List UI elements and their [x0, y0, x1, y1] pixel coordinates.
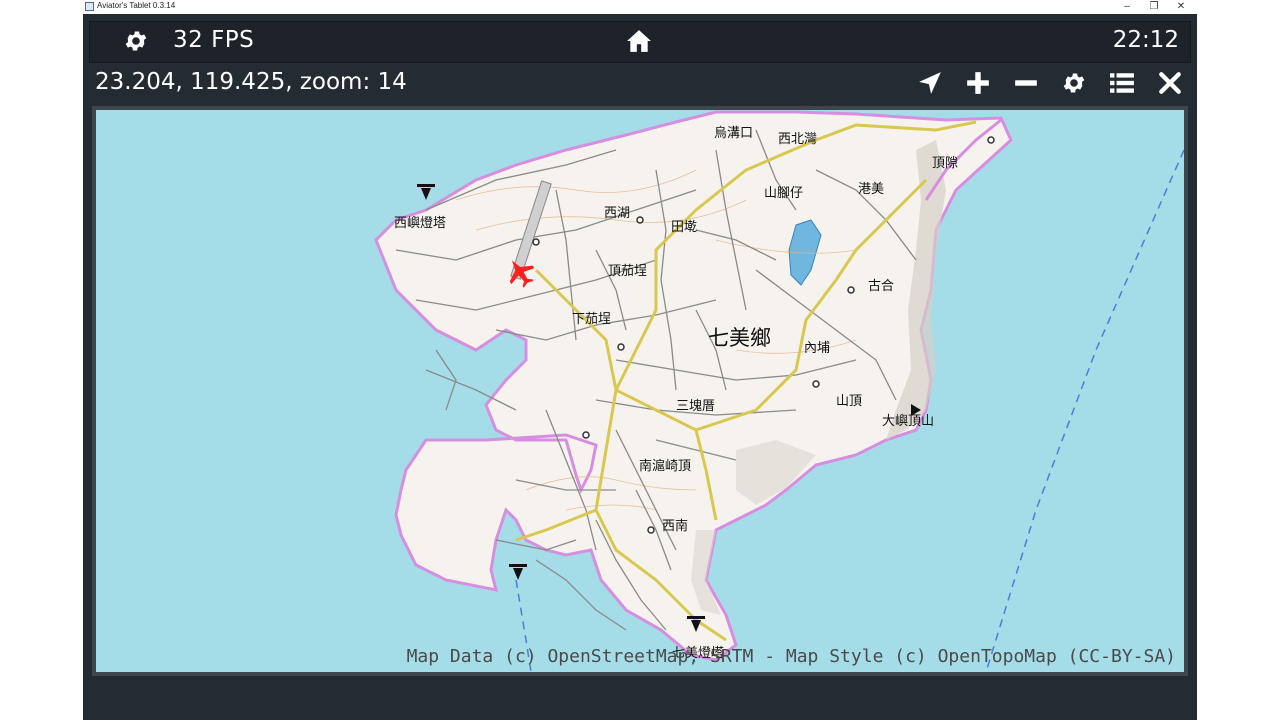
- place-label: 西嶼燈塔: [394, 216, 447, 231]
- restore-button[interactable]: ❐: [1141, 0, 1167, 14]
- gear-icon[interactable]: [1061, 70, 1087, 96]
- locate-arrow-icon[interactable]: [917, 70, 943, 96]
- home-icon[interactable]: [626, 29, 652, 53]
- place-label: 頂茄埕: [608, 264, 648, 279]
- fps-counter: 32 FPS: [173, 27, 255, 53]
- place-label: 山腳仔: [764, 186, 804, 201]
- place-label: 大嶼頂山: [882, 414, 935, 429]
- close-icon[interactable]: [1157, 70, 1183, 96]
- place-label: 古合: [868, 279, 895, 294]
- clock: 22:12: [1112, 27, 1179, 53]
- place-label: 西南: [662, 519, 689, 534]
- place-label: 七美鄉: [708, 326, 771, 350]
- place-label: 烏溝口: [714, 126, 754, 141]
- coordinates-readout: 23.204, 119.425, zoom: 14: [95, 69, 407, 95]
- zoom-in-icon[interactable]: [965, 70, 991, 96]
- close-window-button[interactable]: ✕: [1168, 0, 1194, 14]
- minimize-button[interactable]: ‒: [1114, 0, 1140, 14]
- place-label: 港美: [858, 182, 885, 197]
- place-label: 西湖: [604, 206, 631, 221]
- map-attribution: Map Data (c) OpenStreetMap, SRTM - Map S…: [406, 646, 1176, 667]
- settings-gear-icon[interactable]: [123, 28, 149, 54]
- window-titlebar: Aviator's Tablet 0.3.14 ‒ ❐ ✕: [0, 0, 1280, 14]
- window-title: Aviator's Tablet 0.3.14: [97, 1, 176, 10]
- map-view[interactable]: 烏溝口 西北灣 頂隙 山腳仔 港美 西湖 田墘 西嶼燈塔 頂茄埕 古合 下茄埕 …: [96, 110, 1184, 672]
- place-label: 西北灣: [778, 132, 818, 147]
- app-window: 32 FPS 22:12 23.204, 119.425, zoom: 14 烏…: [83, 14, 1197, 720]
- top-bar: 32 FPS 22:12: [89, 21, 1191, 63]
- app-icon: [85, 2, 94, 11]
- place-label: 南滬崎頂: [639, 459, 692, 474]
- list-icon[interactable]: [1109, 70, 1135, 96]
- place-label: 下茄埕: [572, 312, 612, 327]
- place-label: 內埔: [804, 341, 831, 356]
- zoom-out-icon[interactable]: [1013, 70, 1039, 96]
- place-label: 頂隙: [932, 156, 959, 171]
- map-frame: 烏溝口 西北灣 頂隙 山腳仔 港美 西湖 田墘 西嶼燈塔 頂茄埕 古合 下茄埕 …: [92, 106, 1188, 676]
- place-label: 山頂: [836, 394, 863, 409]
- bottom-bar: [83, 679, 1197, 720]
- place-label: 三塊厝: [676, 399, 716, 414]
- map-canvas[interactable]: [96, 110, 1184, 672]
- place-label: 田墘: [671, 220, 698, 235]
